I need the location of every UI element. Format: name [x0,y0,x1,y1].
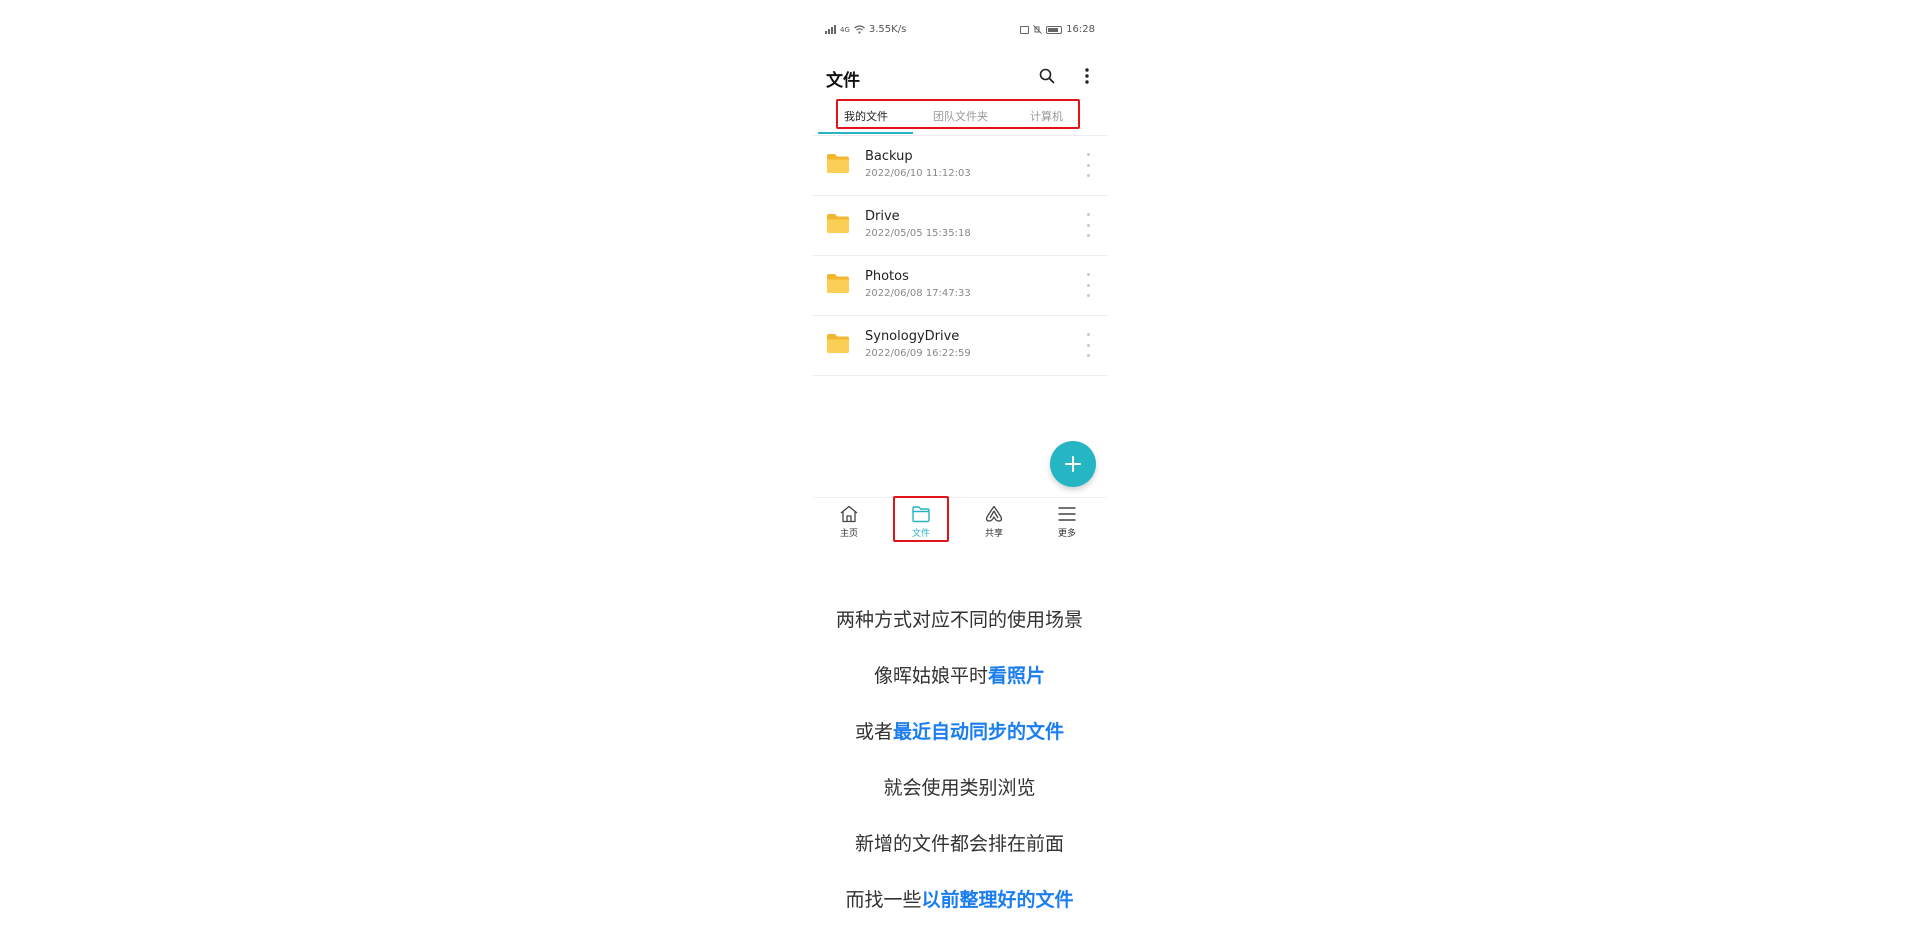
file-list: Backup 2022/06/10 11:12:03 Drive 2022/05… [813,136,1107,376]
share-icon [985,505,1003,522]
item-more-button[interactable] [1085,213,1091,237]
list-item[interactable]: Drive 2022/05/05 15:35:18 [813,196,1107,256]
item-more-button[interactable] [1085,273,1091,297]
file-name: Drive [865,209,900,224]
folder-icon [827,274,849,293]
caption-highlight: 最近自动同步的文件 [893,721,1065,743]
folder-icon [912,506,930,523]
wifi-icon [854,25,865,34]
tab-bar: 我的文件 团队文件夹 计算机 [836,99,1080,129]
caption-text: 就会使用类别浏览 [883,777,1036,799]
nav-label: 更多 [1057,529,1076,539]
nav-item-share[interactable]: 共享 [968,505,1020,549]
network-speed: 3.55K/s [868,24,907,35]
nav-label: 主页 [839,529,858,539]
network-type: 4G [840,25,850,34]
signal-icon [825,25,836,34]
item-more-button[interactable] [1085,153,1091,177]
menu-icon [1058,507,1076,521]
plus-icon [1065,456,1081,472]
caption-line: 两种方式对应不同的使用场景 [0,605,1919,632]
list-item[interactable]: Photos 2022/06/08 17:47:33 [813,256,1107,316]
overflow-menu-button[interactable] [1077,66,1097,86]
folder-icon [827,214,849,233]
search-button[interactable] [1037,66,1057,86]
item-more-button[interactable] [1085,333,1091,357]
more-vertical-icon [1085,68,1089,84]
search-icon [1039,68,1055,84]
caption-text: 而找一些 [845,889,922,911]
caption-text: 或者 [854,721,893,743]
tab-computer[interactable]: 计算机 [1030,108,1063,124]
bottom-nav: 主页 文件 共享 更多 [813,497,1107,557]
mute-icon [1033,25,1043,34]
folder-icon [827,334,849,353]
battery-icon [1046,25,1063,34]
list-item[interactable]: SynologyDrive 2022/06/09 16:22:59 [813,316,1107,376]
status-bar: 4G 3.55K/s 16:28 [813,16,1107,44]
tab-my-files[interactable]: 我的文件 [844,108,888,124]
nav-item-files[interactable]: 文件 [895,505,947,549]
caption-text: 新增的文件都会排在前面 [854,833,1064,855]
nav-item-more[interactable]: 更多 [1041,505,1093,549]
phone-screen: 4G 3.55K/s 16:28 文件 我的文件 团队文件夹 计算机 Backu… [813,16,1107,556]
nfc-icon [1020,25,1030,34]
nav-label: 文件 [911,529,930,539]
home-icon [840,505,858,523]
tab-team-folder[interactable]: 团队文件夹 [933,108,988,124]
caption-line: 而找一些以前整理好的文件 [0,885,1919,912]
status-time: 16:28 [1066,24,1095,35]
caption-highlight: 看照片 [988,665,1046,687]
caption-text: 像晖姑娘平时 [873,665,988,687]
caption-text: 两种方式对应不同的使用场景 [835,609,1083,631]
file-name: SynologyDrive [865,329,960,344]
active-tab-indicator [818,132,913,134]
caption-line: 新增的文件都会排在前面 [0,829,1919,856]
caption-highlight: 以前整理好的文件 [921,889,1074,911]
add-button[interactable] [1050,441,1096,487]
folder-icon [827,154,849,173]
page-title: 文件 [826,71,860,91]
caption-line: 就会使用类别浏览 [0,773,1919,800]
file-date: 2022/06/10 11:12:03 [865,168,971,179]
file-date: 2022/06/09 16:22:59 [865,348,971,359]
nav-item-home[interactable]: 主页 [823,505,875,549]
file-date: 2022/05/05 15:35:18 [865,228,971,239]
caption-line: 像晖姑娘平时看照片 [0,661,1919,688]
nav-label: 共享 [984,529,1003,539]
file-date: 2022/06/08 17:47:33 [865,288,971,299]
caption-line: 或者最近自动同步的文件 [0,717,1919,744]
list-item[interactable]: Backup 2022/06/10 11:12:03 [813,136,1107,196]
file-name: Photos [865,269,909,284]
file-name: Backup [865,149,913,164]
